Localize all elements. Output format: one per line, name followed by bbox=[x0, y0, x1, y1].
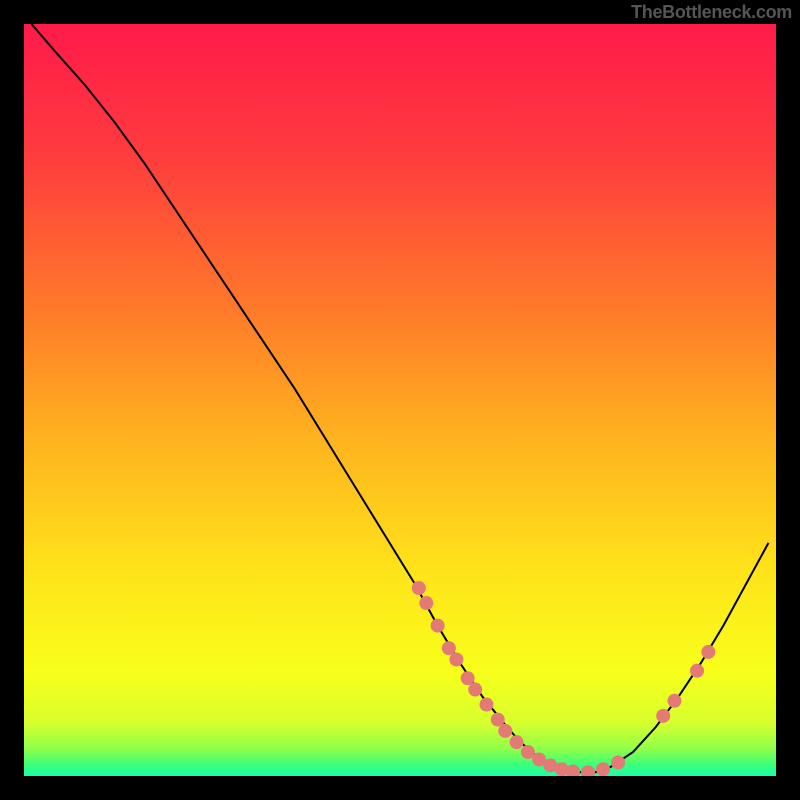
chart-frame: TheBottleneck.com bbox=[0, 0, 800, 800]
sample-dot bbox=[468, 683, 482, 697]
sample-dot bbox=[412, 581, 426, 595]
sample-dot bbox=[667, 694, 681, 708]
sample-dot bbox=[431, 619, 445, 633]
sample-dot bbox=[419, 596, 433, 610]
sample-dot bbox=[656, 709, 670, 723]
sample-dot bbox=[701, 645, 715, 659]
watermark-text: TheBottleneck.com bbox=[631, 2, 792, 23]
sample-dot bbox=[449, 652, 463, 666]
sample-dot bbox=[498, 724, 512, 738]
sample-dot bbox=[690, 664, 704, 678]
plot-background bbox=[24, 24, 776, 776]
sample-dot bbox=[479, 698, 493, 712]
bottleneck-chart bbox=[24, 24, 776, 776]
sample-dot bbox=[510, 735, 524, 749]
sample-dot bbox=[596, 762, 610, 776]
sample-dot bbox=[611, 755, 625, 769]
